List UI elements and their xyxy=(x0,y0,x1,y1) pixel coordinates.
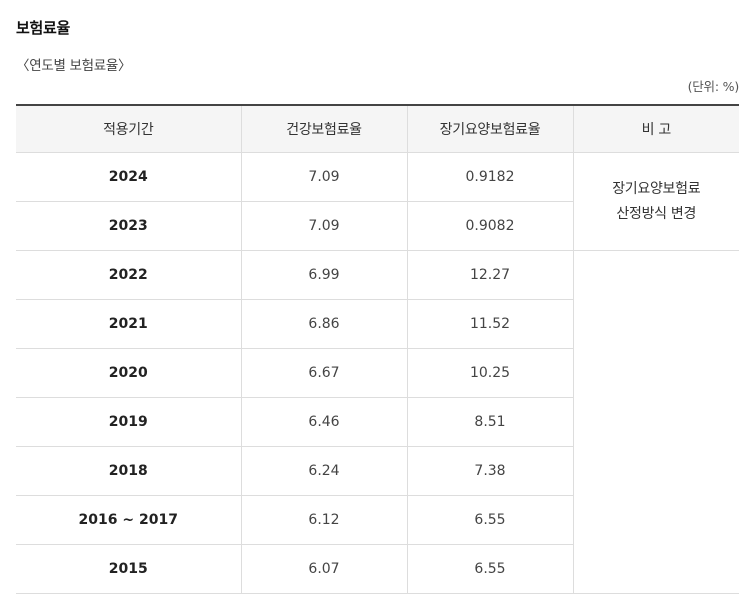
ltc-rate-cell: 6.55 xyxy=(406,544,573,594)
note-line-2: 산정방식 변경 xyxy=(616,205,697,222)
insurance-rate-table: 적용기간 건강보험료율 장기요양보험료율 비 고 2024 7.09 0.918… xyxy=(16,104,739,594)
table-body: 2024 7.09 0.9182 장기요양보험료 산정방식 변경 2023 7.… xyxy=(16,152,739,594)
section-title: 보험료율 xyxy=(16,19,71,37)
note-line-1: 장기요양보험료 xyxy=(612,180,701,197)
health-rate-cell: 6.86 xyxy=(240,299,407,349)
period-cell: 2018 xyxy=(16,446,241,496)
period-cell: 2020 xyxy=(16,348,241,398)
health-rate-cell: 6.46 xyxy=(240,397,407,447)
ltc-rate-cell: 12.27 xyxy=(406,250,573,300)
ltc-rate-cell: 11.52 xyxy=(406,299,573,349)
health-rate-cell: 7.09 xyxy=(240,152,407,202)
health-rate-cell: 7.09 xyxy=(240,201,407,251)
period-cell: 2021 xyxy=(16,299,241,349)
period-cell: 2024 xyxy=(16,152,241,202)
ltc-rate-cell: 8.51 xyxy=(406,397,573,447)
period-cell: 2023 xyxy=(16,201,241,251)
ltc-rate-cell: 0.9082 xyxy=(406,201,573,251)
header-ltc-rate: 장기요양보험료율 xyxy=(406,104,573,153)
health-rate-cell: 6.24 xyxy=(240,446,407,496)
health-rate-cell: 6.67 xyxy=(240,348,407,398)
header-row: 적용기간 건강보험료율 장기요양보험료율 비 고 xyxy=(16,104,739,153)
ltc-rate-cell: 7.38 xyxy=(406,446,573,496)
health-rate-cell: 6.99 xyxy=(240,250,407,300)
header-period: 적용기간 xyxy=(16,104,241,153)
header-note: 비 고 xyxy=(572,104,739,153)
unit-note: (단위: %) xyxy=(687,79,740,94)
table-caption: 〈연도별 보험료율〉 xyxy=(16,58,132,74)
ltc-rate-cell: 6.55 xyxy=(406,495,573,545)
note-cell: 장기요양보험료 산정방식 변경 xyxy=(572,152,739,251)
period-cell: 2022 xyxy=(16,250,241,300)
note-cell-empty xyxy=(572,250,739,594)
header-health-rate: 건강보험료율 xyxy=(240,104,407,153)
ltc-rate-cell: 10.25 xyxy=(406,348,573,398)
ltc-rate-cell: 0.9182 xyxy=(406,152,573,202)
health-rate-cell: 6.07 xyxy=(240,544,407,594)
period-cell: 2015 xyxy=(16,544,241,594)
table-row: 2024 7.09 0.9182 장기요양보험료 산정방식 변경 xyxy=(16,152,739,251)
table-header: 적용기간 건강보험료율 장기요양보험료율 비 고 xyxy=(16,104,739,153)
period-cell: 2019 xyxy=(16,397,241,447)
table-row: 2022 6.99 12.27 xyxy=(16,250,739,594)
page: 보험료율 〈연도별 보험료율〉 (단위: %) 적용기간 건강보험료율 장기요양… xyxy=(0,0,753,601)
health-rate-cell: 6.12 xyxy=(240,495,407,545)
period-cell: 2016 ~ 2017 xyxy=(16,495,241,545)
